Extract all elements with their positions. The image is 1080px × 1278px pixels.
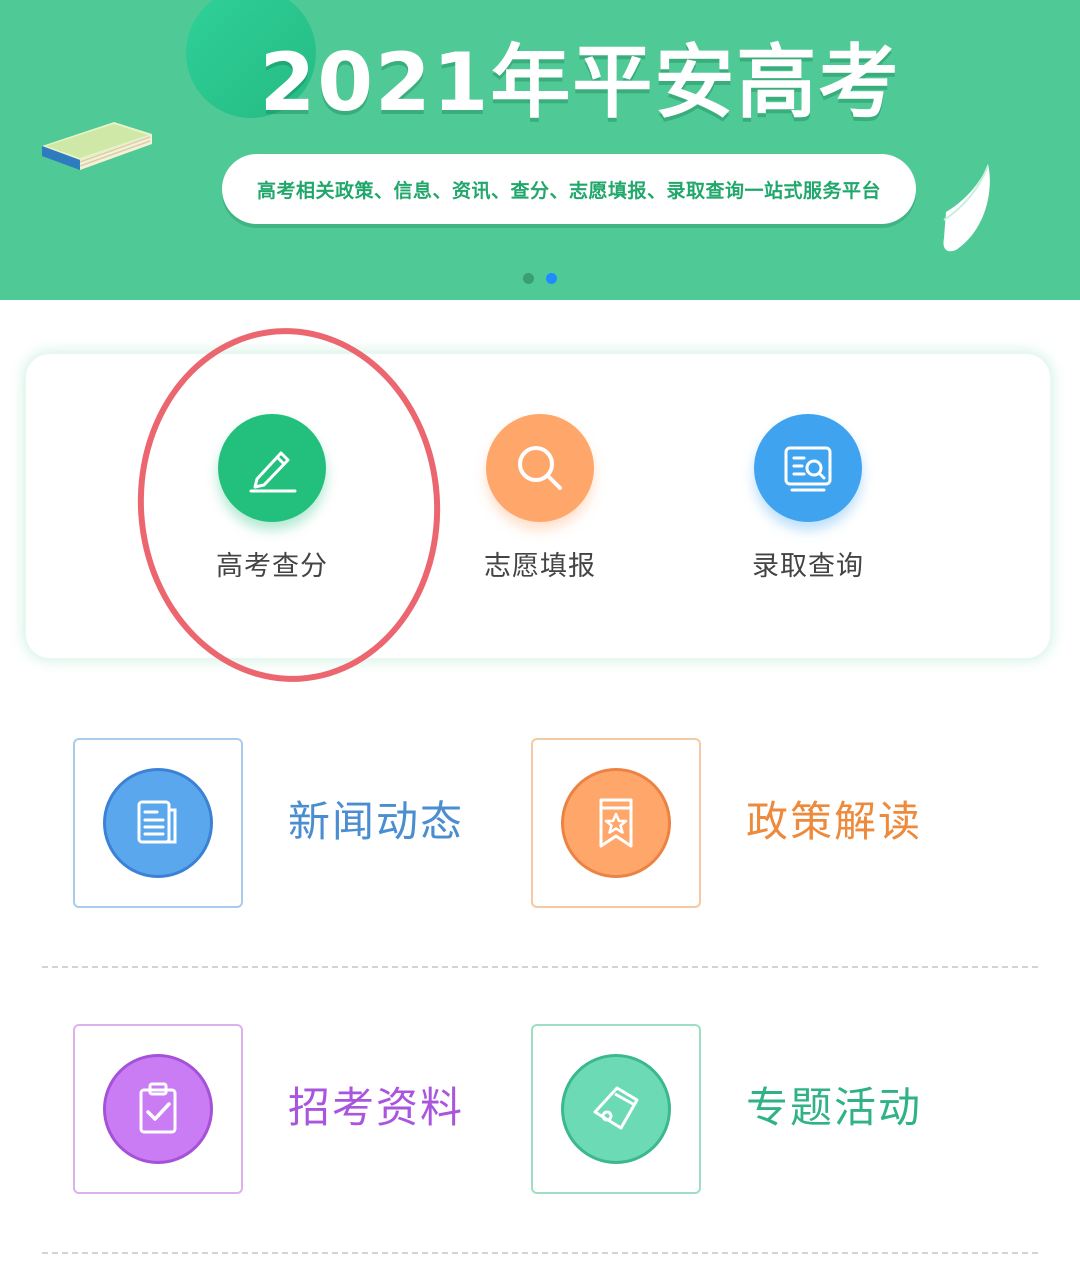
pencil-icon bbox=[249, 451, 297, 493]
bookmark-star-icon bbox=[599, 798, 633, 848]
service-icon-circle bbox=[218, 414, 326, 522]
banner-title: 2021年平安高考 bbox=[259, 36, 901, 129]
category-tile bbox=[531, 1024, 701, 1194]
service-score-query[interactable]: 高考查分 bbox=[172, 414, 372, 583]
category-icon-circle bbox=[561, 768, 671, 878]
service-icon-circle bbox=[754, 414, 862, 522]
document-search-icon bbox=[784, 446, 832, 492]
service-admission-query[interactable]: 录取查询 bbox=[708, 414, 908, 583]
category-tile bbox=[73, 738, 243, 908]
row-divider bbox=[42, 1252, 1038, 1254]
tag-icon bbox=[593, 1086, 639, 1130]
newspaper-icon bbox=[137, 800, 177, 844]
row-divider bbox=[42, 966, 1038, 968]
carousel-dot[interactable] bbox=[523, 273, 534, 284]
category-label: 招考资料 bbox=[288, 1083, 465, 1132]
service-label: 录取查询 bbox=[752, 551, 864, 582]
category-icon-circle bbox=[561, 1054, 671, 1164]
top-banner[interactable]: 2021年平安高考 高考相关政策、信息、资讯、查分、志愿填报、录取查询一站式服务… bbox=[0, 0, 1080, 300]
carousel-indicator bbox=[0, 273, 1080, 284]
category-materials[interactable]: 招考资料 bbox=[73, 1024, 533, 1196]
service-label: 高考查分 bbox=[216, 551, 328, 582]
category-tile bbox=[73, 1024, 243, 1194]
category-policy[interactable]: 政策解读 bbox=[531, 738, 991, 910]
services-card: 高考查分 志愿填报 录取查询 bbox=[24, 352, 1052, 660]
category-news[interactable]: 新闻动态 bbox=[73, 738, 533, 910]
category-icon-circle bbox=[103, 1054, 213, 1164]
service-label: 志愿填报 bbox=[484, 551, 596, 582]
paper-leaf-illustration bbox=[943, 164, 990, 252]
clipboard-check-icon bbox=[139, 1082, 177, 1134]
category-tile bbox=[531, 738, 701, 908]
category-events[interactable]: 专题活动 bbox=[531, 1024, 991, 1196]
banner-subtitle-pill: 高考相关政策、信息、资讯、查分、志愿填报、录取查询一站式服务平台 bbox=[222, 154, 916, 224]
carousel-dot-active[interactable] bbox=[546, 273, 557, 284]
category-label: 新闻动态 bbox=[288, 797, 465, 846]
category-icon-circle bbox=[103, 768, 213, 878]
search-icon bbox=[518, 446, 562, 490]
service-icon-circle bbox=[486, 414, 594, 522]
category-label: 政策解读 bbox=[746, 797, 923, 846]
banner-subtitle: 高考相关政策、信息、资讯、查分、志愿填报、录取查询一站式服务平台 bbox=[256, 179, 881, 202]
category-label: 专题活动 bbox=[746, 1083, 923, 1132]
service-volunteer-application[interactable]: 志愿填报 bbox=[440, 414, 640, 583]
